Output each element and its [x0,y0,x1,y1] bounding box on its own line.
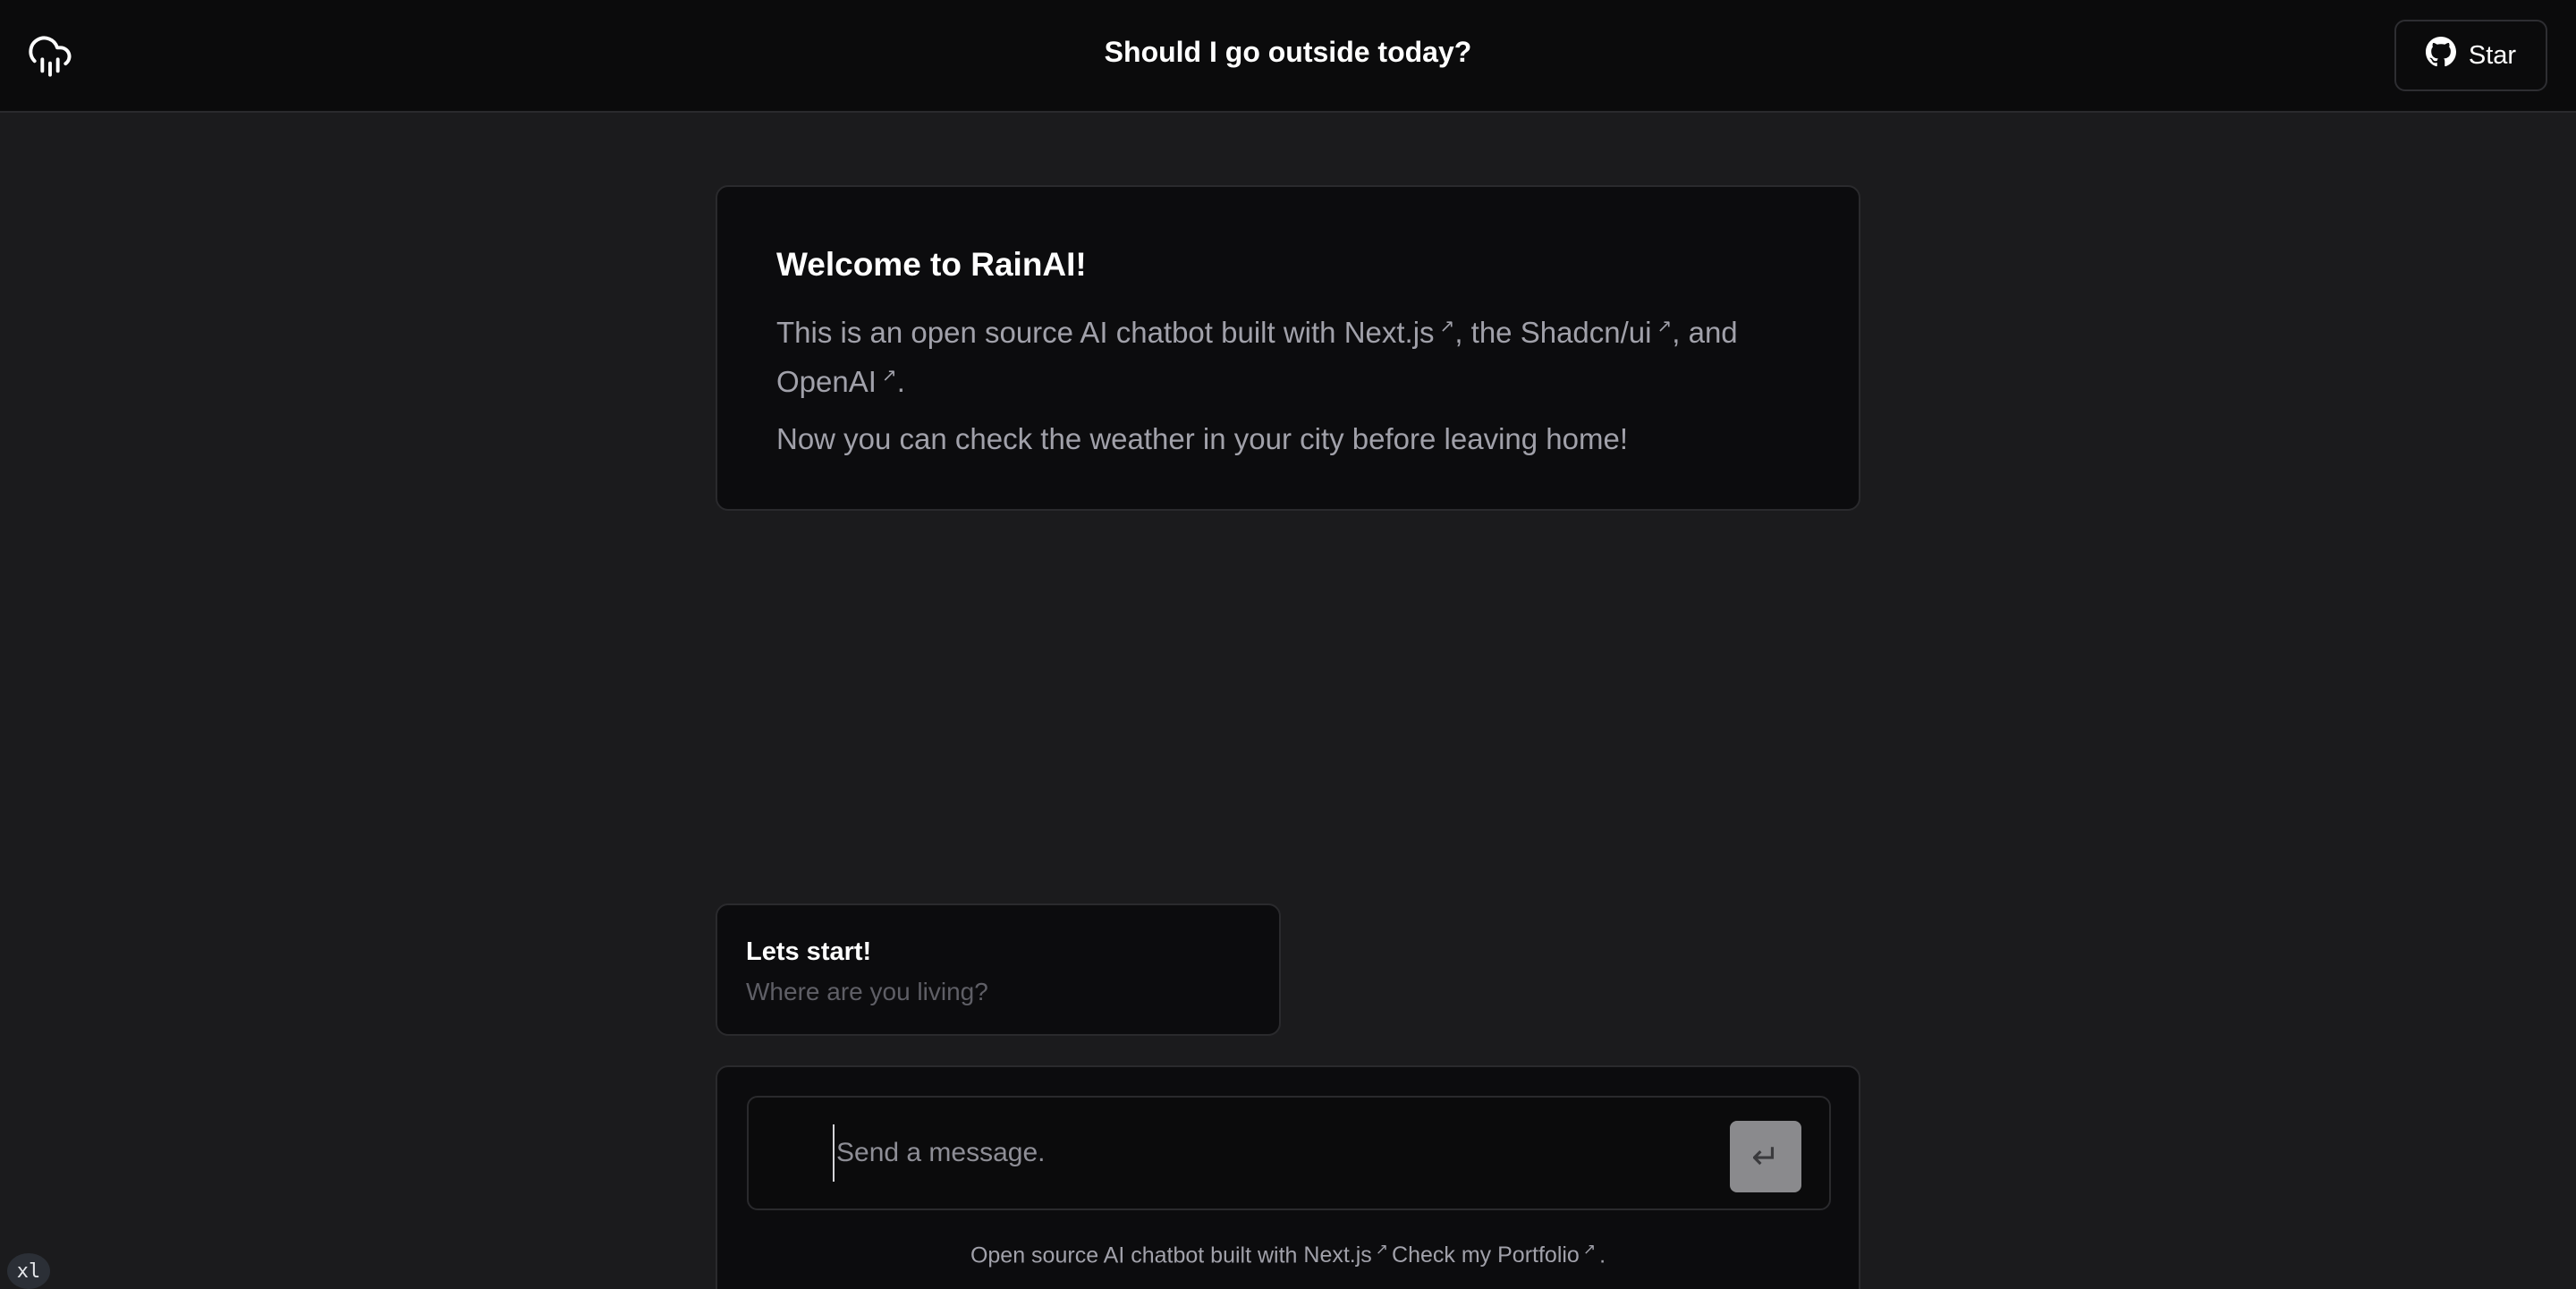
external-link-icon: ↗ [1439,317,1455,336]
breakpoint-badge: xl [7,1253,50,1289]
star-label: Star [2468,40,2517,70]
welcome-card: Welcome to RainAI! This is an open sourc… [716,185,1860,511]
page: Should I go outside today? Star Welcome … [0,0,2576,1289]
top-header: Should I go outside today? Star [0,0,2576,113]
intro-separator: , the [1454,316,1521,349]
message-composer: ↵ Open source AI chatbot built with Next… [716,1065,1860,1289]
intro-prefix: This is an open source AI chatbot built … [776,316,1344,349]
welcome-intro: This is an open source AI chatbot built … [776,305,1800,403]
message-input-box: ↵ [747,1096,1831,1210]
external-link-icon: ↗ [1375,1241,1389,1258]
bot-message-text: Where are you living? [746,978,988,1005]
external-link-icon: ↗ [881,366,897,386]
welcome-title: Welcome to RainAI! [776,246,1087,283]
portfolio-link[interactable]: Check my Portfolio ↗ [1392,1241,1599,1268]
message-input[interactable] [833,1124,1691,1182]
footer-nextjs-link[interactable]: Next.js ↗ [1303,1241,1392,1268]
send-button[interactable]: ↵ [1730,1121,1801,1192]
openai-link[interactable]: OpenAI ↗ [776,365,897,398]
shadcn-link[interactable]: Shadcn/ui ↗ [1521,316,1673,349]
nextjs-link[interactable]: Next.js ↗ [1344,316,1455,349]
external-link-icon: ↗ [1582,1241,1597,1258]
bot-message-title: Lets start! [746,937,872,966]
github-icon [2425,37,2456,74]
footer-note: Open source AI chatbot built with Next.j… [970,1241,1606,1268]
enter-icon: ↵ [1751,1138,1780,1176]
intro-end: . [896,365,905,398]
bot-message: Lets start! Where are you living? [716,903,1281,1036]
page-title: Should I go outside today? [1104,36,1472,68]
external-link-icon: ↗ [1657,317,1673,336]
intro-separator: , and [1672,316,1738,349]
github-star-button[interactable]: Star [2394,20,2547,91]
welcome-second-line: Now you can check the weather in your ci… [776,422,1629,455]
